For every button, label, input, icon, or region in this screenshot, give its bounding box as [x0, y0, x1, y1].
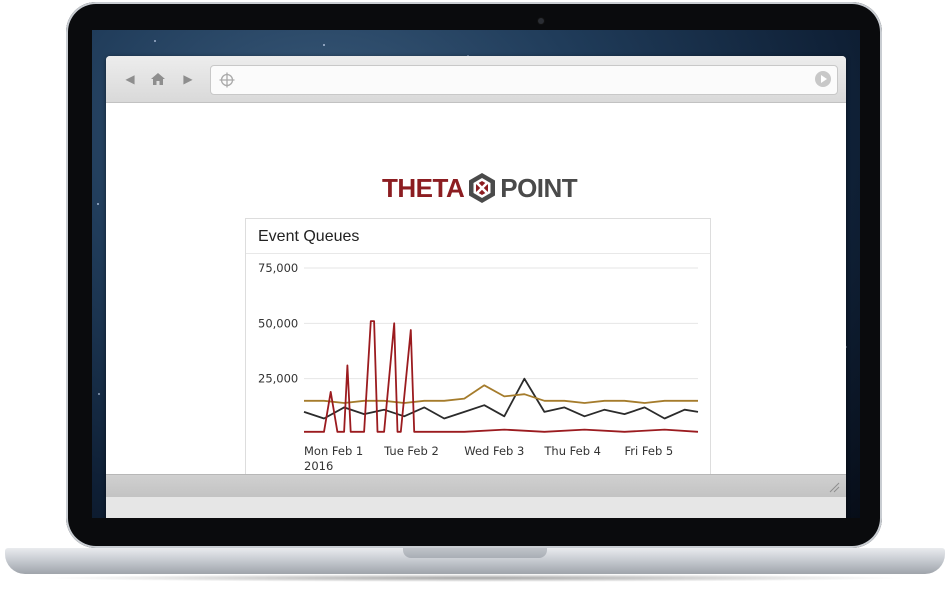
event-queues-chart: 75,000 50,000 25,000 Mon Feb 12016 Tue Feb 2… [258, 261, 699, 491]
theta-point-logo: THETA POINT [382, 171, 578, 205]
x-tick-label: Tue Feb 2 [383, 444, 439, 458]
crosshair-icon [219, 72, 235, 88]
browser-status-area [106, 474, 846, 518]
laptop-base [5, 548, 945, 574]
hexagon-logo-icon [469, 173, 496, 203]
x-tick-year-label: 2016 [304, 459, 333, 473]
series-line-1 [304, 384, 698, 404]
x-tick-label: Wed Feb 3 [464, 444, 524, 458]
star [323, 44, 326, 47]
screen: ◀ ▶ THETA POINT Event Queues 75,000 50,0… [92, 30, 860, 518]
y-tick-label: 50,000 [258, 316, 298, 330]
star [98, 393, 101, 396]
widget-title: Event Queues [258, 228, 360, 245]
home-icon[interactable] [148, 69, 168, 89]
star [97, 202, 100, 205]
laptop-shadow [40, 574, 910, 582]
browser-window: ◀ ▶ THETA POINT Event Queues 75,000 50,0… [106, 56, 846, 518]
resize-grip-icon[interactable] [828, 481, 840, 493]
status-bar [106, 474, 846, 497]
x-tick-label: Thu Feb 4 [543, 444, 601, 458]
browser-toolbar: ◀ ▶ [106, 56, 846, 103]
page-content: THETA POINT Event Queues 75,000 50,000 25,… [106, 103, 846, 508]
y-tick-label: 75,000 [258, 261, 298, 275]
x-tick-label: Fri Feb 5 [625, 444, 674, 458]
base-notch [403, 548, 547, 558]
url-bar[interactable] [210, 65, 838, 95]
event-queues-widget: Event Queues 75,000 50,000 25,000 Mon Feb 1… [245, 218, 711, 508]
series-line-0 [303, 377, 699, 420]
y-tick-label: 25,000 [258, 372, 298, 386]
camera-icon [538, 18, 544, 24]
logo-word-right: POINT [500, 173, 578, 203]
go-icon[interactable] [815, 71, 831, 87]
x-tick-label: Mon Feb 1 [304, 444, 363, 458]
star [154, 40, 157, 43]
back-arrow-icon[interactable]: ◀ [120, 69, 140, 89]
logo-word-left: THETA [382, 173, 465, 203]
forward-arrow-icon[interactable]: ▶ [178, 69, 198, 89]
